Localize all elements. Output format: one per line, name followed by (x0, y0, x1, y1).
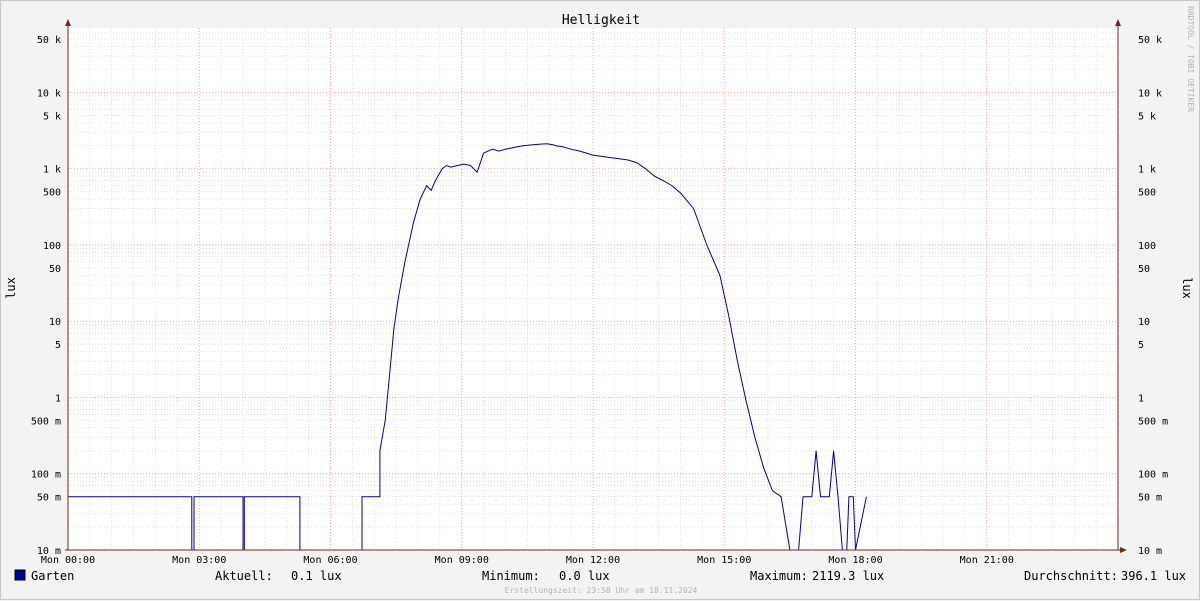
y-tick-label-left: 50 (49, 264, 61, 275)
y-tick-label-right: 10 (1138, 317, 1150, 328)
y-tick-label-right: 5 k (1138, 111, 1156, 122)
y-tick-label-left: 10 m (37, 546, 61, 557)
y-axis-arrow-left (65, 19, 71, 26)
watermark: RRDTOOL / TOBI OETIKER (1186, 6, 1195, 112)
y-tick-label-left: 10 (49, 317, 61, 328)
chart-title: Helligkeit (562, 13, 640, 28)
x-axis-arrow (1120, 547, 1127, 553)
y-tick-label-right: 500 (1138, 188, 1156, 199)
x-tick-label: Mon 15:00 (697, 555, 751, 566)
y-tick-label-right: 10 k (1138, 88, 1162, 99)
y-tick-label-right: 5 (1138, 340, 1144, 351)
y-tick-label-right: 100 m (1138, 470, 1168, 481)
legend-current-label: Aktuell: (215, 569, 273, 583)
x-tick-label: Mon 06:00 (303, 555, 357, 566)
y-tick-label-right: 50 m (1138, 493, 1162, 504)
x-tick-label: Mon 21:00 (960, 555, 1014, 566)
y-tick-label-right: 100 (1138, 241, 1156, 252)
y-tick-label-left: 500 m (31, 416, 61, 427)
legend-current-value: 0.1 lux (291, 569, 342, 583)
x-tick-label: Mon 18:00 (828, 555, 882, 566)
x-tick-label: Mon 12:00 (566, 555, 620, 566)
y-tick-label-left: 10 k (37, 88, 61, 99)
legend-max-label: Maximum: (750, 569, 808, 583)
y-axis-arrow-right (1115, 19, 1121, 26)
y-tick-labels-left: 10 m 50 m 100 m 500 m 1 5 10 50 100 500 1 k 5 k 10 k… (31, 35, 61, 557)
y-tick-label-right: 50 k (1138, 35, 1162, 46)
y-tick-label-left: 1 k (43, 165, 61, 176)
y-tick-label-left: 5 (55, 340, 61, 351)
footer-timestamp: Erstellungszeit: 23:58 Uhr am 18.11.2024 (505, 586, 698, 595)
y-tick-label-left: 5 k (43, 111, 61, 122)
legend-avg-label: Durchschnitt: (1024, 569, 1118, 583)
legend-min-value: 0.0 lux (559, 569, 610, 583)
y-tick-label-right: 1 k (1138, 165, 1156, 176)
legend-max-value: 2119.3 lux (812, 569, 884, 583)
legend-color-swatch (14, 569, 26, 581)
y-tick-label-right: 500 m (1138, 416, 1168, 427)
y-tick-label-right: 10 m (1138, 546, 1162, 557)
chart: Mon 00:00 Mon 03:00 Mon 06:00 Mon 09:00 Mon … (4, 6, 1195, 595)
x-tick-labels: Mon 00:00 Mon 03:00 Mon 06:00 Mon 09:00 Mon … (41, 555, 1014, 566)
y-tick-labels-right: 10 m 50 m 100 m 500 m 1 5 10 50 100 500 1 k 5 k 10 k… (1138, 35, 1168, 557)
y-tick-label-right: 50 (1138, 264, 1150, 275)
y-tick-label-left: 100 (43, 241, 61, 252)
y-tick-label-right: 1 (1138, 393, 1144, 404)
y-axis-label-left: lux (4, 277, 18, 299)
y-tick-label-left: 100 m (31, 470, 61, 481)
graph-frame: Mon 00:00 Mon 03:00 Mon 06:00 Mon 09:00 Mon … (0, 0, 1200, 600)
y-axis-label-right: lux (1180, 277, 1194, 299)
legend-series-name: Garten (31, 569, 74, 583)
x-tick-label: Mon 09:00 (435, 555, 489, 566)
legend-avg-value: 396.1 lux (1121, 569, 1186, 583)
legend-min-label: Minimum: (482, 569, 540, 583)
y-tick-label-left: 50 k (37, 35, 61, 46)
x-tick-label: Mon 03:00 (172, 555, 226, 566)
y-tick-label-left: 500 (43, 188, 61, 199)
y-tick-label-left: 50 m (37, 493, 61, 504)
y-tick-label-left: 1 (55, 393, 61, 404)
